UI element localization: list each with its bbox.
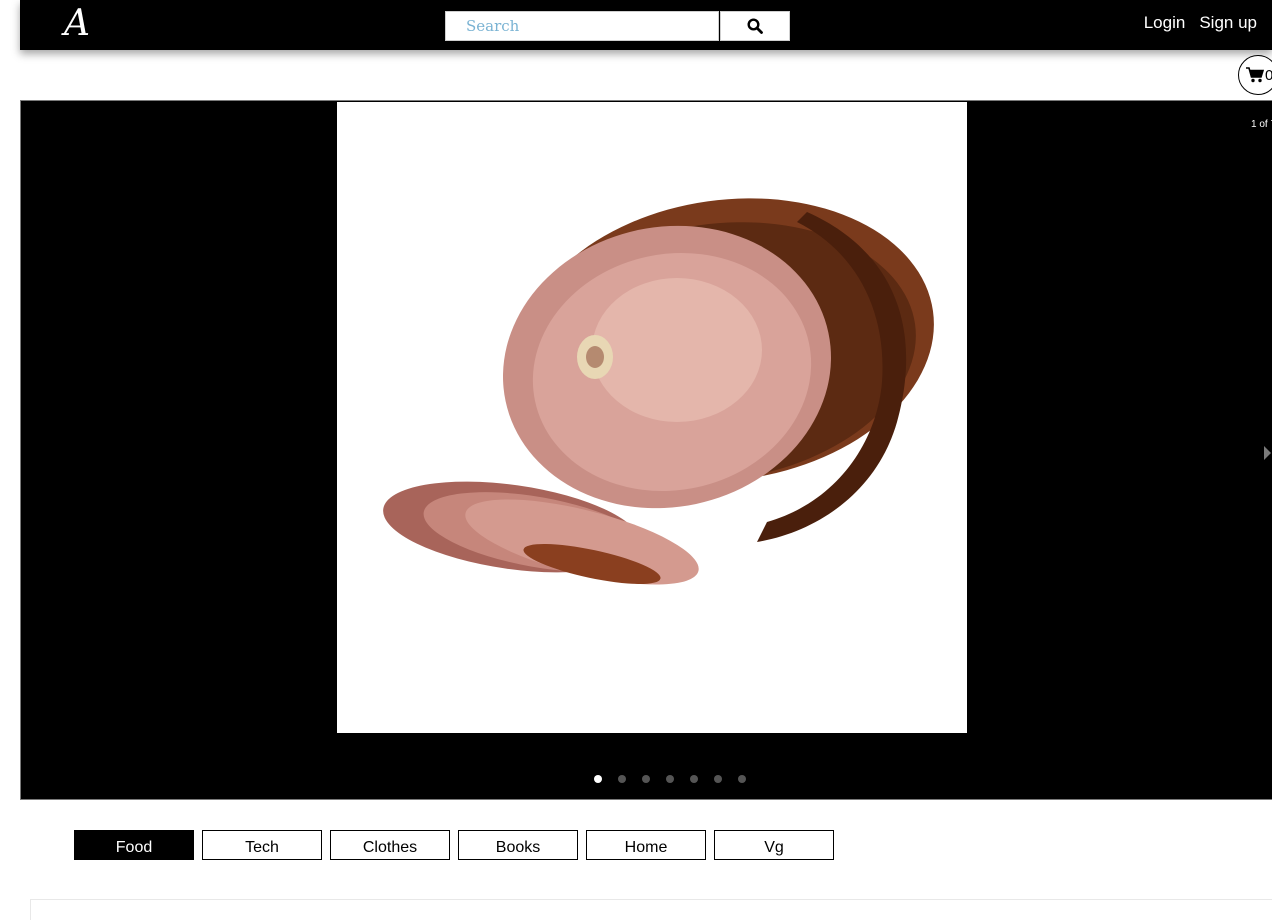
search-input[interactable]: [445, 11, 719, 41]
cart-icon: [1246, 67, 1264, 83]
ham-image: [383, 198, 934, 585]
slide-image: [337, 102, 967, 733]
search-icon: [747, 18, 763, 34]
category-books[interactable]: Books: [458, 830, 578, 860]
category-food[interactable]: Food: [74, 830, 194, 860]
cart-button[interactable]: 0: [1238, 55, 1272, 95]
site-logo[interactable]: A: [64, 2, 90, 46]
carousel-dots: [594, 775, 746, 783]
slide-counter: 1 of 7: [1251, 119, 1272, 130]
cart-count: 0: [1265, 66, 1272, 84]
chevron-right-icon[interactable]: [1260, 441, 1272, 465]
category-tabs: Food Tech Clothes Books Home Vg: [74, 830, 834, 860]
product-carousel[interactable]: 1 of 7: [20, 100, 1272, 800]
signup-link[interactable]: Sign up: [1199, 13, 1257, 33]
category-tech[interactable]: Tech: [202, 830, 322, 860]
carousel-dot-1[interactable]: [594, 775, 602, 783]
category-vg[interactable]: Vg: [714, 830, 834, 860]
carousel-dot-3[interactable]: [642, 775, 650, 783]
category-clothes[interactable]: Clothes: [330, 830, 450, 860]
auth-links: Login Sign up: [1144, 0, 1257, 46]
search-bar: [445, 11, 791, 41]
carousel-dot-4[interactable]: [666, 775, 674, 783]
carousel-dot-7[interactable]: [738, 775, 746, 783]
login-link[interactable]: Login: [1144, 13, 1186, 33]
category-home[interactable]: Home: [586, 830, 706, 860]
carousel-dot-5[interactable]: [690, 775, 698, 783]
page-gutter: [0, 0, 20, 910]
top-navbar: A Login Sign up: [20, 0, 1272, 50]
search-button[interactable]: [720, 11, 790, 41]
carousel-dot-6[interactable]: [714, 775, 722, 783]
carousel-dot-2[interactable]: [618, 775, 626, 783]
